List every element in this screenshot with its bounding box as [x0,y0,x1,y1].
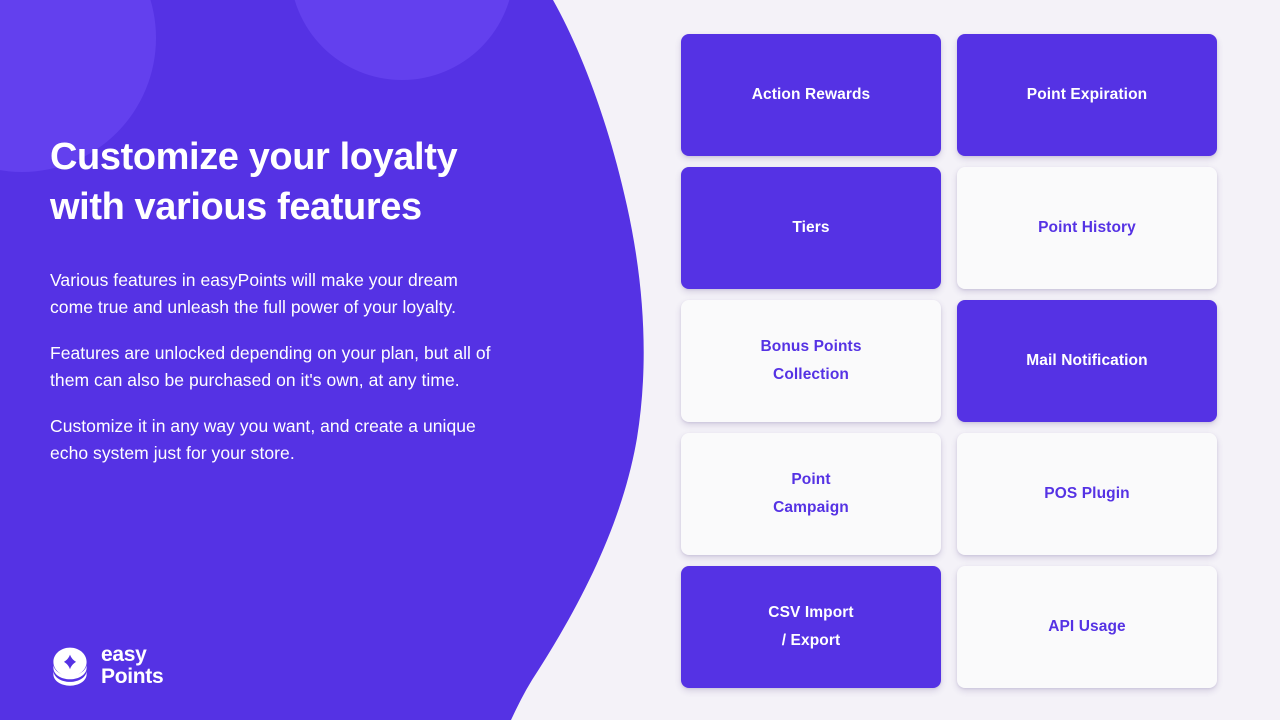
feature-card[interactable]: Point Campaign [681,433,941,555]
feature-card-label-line: API Usage [1048,618,1126,635]
hero-paragraph-1: Various features in easyPoints will make… [50,270,458,317]
feature-card-label-line: Point Expiration [1026,86,1148,103]
headline-line-1: Customize your loyalty [50,136,458,178]
feature-card-label-line: Point [791,471,831,488]
feature-card[interactable]: Point History [957,167,1217,289]
feature-card-label-line: Campaign [773,499,849,516]
page-title: Customize your loyalty with various feat… [50,132,520,232]
logo-word-easy: easy [101,643,147,666]
brand-logo: easy Points [50,643,164,688]
feature-card-label: Mail Notification [1026,347,1147,375]
feature-card-label: Point History [1038,214,1136,242]
feature-card-label-line: POS Plugin [1044,485,1130,502]
feature-card-label: POS Plugin [1044,480,1129,508]
feature-card-label-line: Tiers [792,219,830,236]
feature-card-label-line: Bonus Points [760,338,862,355]
feature-card-label: Point Campaign [773,466,849,522]
feature-card[interactable]: CSV Import / Export [681,566,941,688]
logo-wordmark: easy Points [101,643,164,688]
feature-card-label-line: Action Rewards [751,86,871,103]
feature-card[interactable]: Tiers [681,167,941,289]
feature-card[interactable]: Mail Notification [957,300,1217,422]
stacked-coins-diamond-icon [53,647,87,686]
hero-description: Various features in easyPoints will make… [50,267,492,466]
feature-card-label: Tiers [792,214,829,242]
feature-card-label-line: Point History [1038,219,1136,236]
feature-card-label-line: Mail Notification [1026,352,1148,369]
hero-paragraph-2: Features are unlocked depending on your … [50,343,491,390]
feature-card-grid: Action Rewards Point Expiration Tiers Point… [681,34,1218,688]
logo-word-points: Points [101,665,164,688]
feature-card[interactable]: POS Plugin [957,433,1217,555]
feature-card[interactable]: API Usage [957,566,1217,688]
headline-line-2: with various features [50,186,422,228]
hero-paragraph-3: Customize it in any way you want, and cr… [50,416,476,463]
feature-card-label: Point Expiration [1027,81,1147,109]
feature-card-label-line: Collection [773,366,849,383]
hero-content: Customize your loyalty with various feat… [50,0,520,720]
feature-card[interactable]: Bonus Points Collection [681,300,941,422]
feature-card-label: Bonus Points Collection [760,333,861,389]
feature-card-label: API Usage [1048,613,1126,641]
feature-card-label: CSV Import / Export [768,599,853,655]
feature-card-label-line: / Export [781,632,841,649]
feature-card[interactable]: Point Expiration [957,34,1217,156]
slide-root: Customize your loyalty with various feat… [0,0,1280,720]
feature-card-label: Action Rewards [752,81,871,109]
feature-card-label-line: CSV Import [768,604,854,621]
feature-card[interactable]: Action Rewards [681,34,941,156]
